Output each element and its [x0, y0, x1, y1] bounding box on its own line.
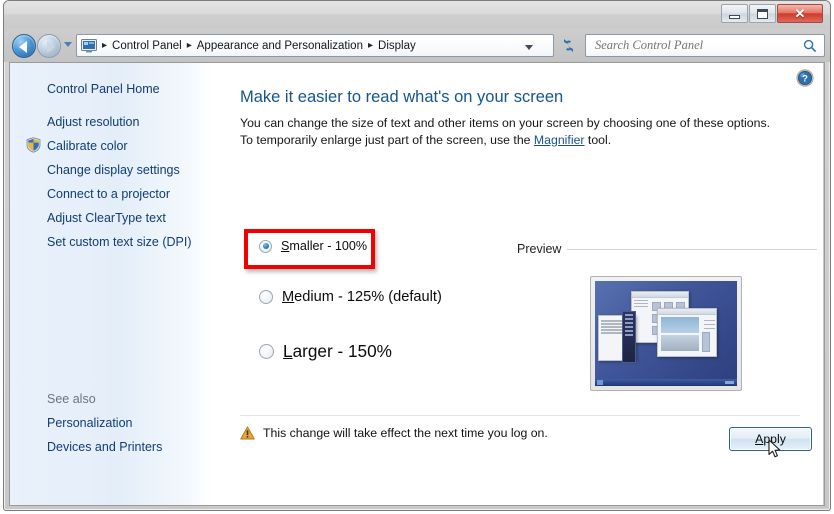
- see-also-section: See also Personalization Devices and Pri…: [10, 388, 211, 459]
- radio-label-smaller: Smaller - 100%: [281, 239, 367, 253]
- sidebar-item-personalization[interactable]: Personalization: [10, 411, 211, 435]
- search-box[interactable]: [585, 34, 825, 57]
- minimize-button[interactable]: [721, 4, 748, 23]
- preview-window-front: [657, 308, 717, 357]
- preview-scrollbar: [702, 332, 710, 352]
- address-bar[interactable]: ▸ Control Panel ▸ Appearance and Persona…: [76, 34, 554, 57]
- maximize-button[interactable]: [749, 4, 776, 23]
- preview-line: [601, 326, 623, 328]
- client-area: Control Panel Home Adjust resolution Cal…: [9, 62, 825, 506]
- preview-image-area: [661, 317, 699, 333]
- accel-key: M: [282, 289, 295, 305]
- preview-line: [601, 320, 623, 322]
- warning-text: This change will take effect the next ti…: [263, 426, 548, 440]
- preview-label: Preview: [517, 242, 568, 256]
- breadcrumb-separator: ▸: [186, 39, 192, 51]
- forward-arrow-icon: [47, 41, 55, 53]
- apply-label-rest: pply: [763, 432, 786, 446]
- breadcrumb-control-panel[interactable]: Control Panel: [112, 40, 182, 52]
- sidebar-item-set-custom-text-size[interactable]: Set custom text size (DPI): [10, 230, 211, 254]
- preview-line: [634, 302, 648, 304]
- accel-key: L: [283, 341, 293, 361]
- sidebar-item-control-panel-home[interactable]: Control Panel Home: [10, 77, 211, 101]
- preview-titlebar: [658, 309, 716, 315]
- preview-dark-panel: [622, 311, 636, 363]
- sidebar-item-label: Calibrate color: [47, 139, 128, 153]
- forward-button[interactable]: [37, 34, 61, 58]
- content-pane: ? Make it easier to read what's on your …: [211, 63, 824, 505]
- back-button[interactable]: [12, 34, 36, 58]
- preview-line: [625, 334, 633, 336]
- title-bar: ✕: [4, 1, 830, 29]
- uac-shield-icon: [26, 137, 41, 153]
- preview-titlebar: [632, 292, 688, 298]
- radio-button-smaller[interactable]: [259, 239, 272, 253]
- preview-screen: [595, 281, 737, 386]
- footer-divider: [240, 415, 800, 416]
- recent-pages-dropdown-icon[interactable]: [64, 42, 72, 47]
- warning-row: This change will take effect the next ti…: [240, 426, 548, 440]
- sidebar-item-connect-to-a-projector[interactable]: Connect to a projector: [10, 182, 211, 206]
- preview-line: [634, 299, 648, 301]
- sidebar-item-adjust-resolution[interactable]: Adjust resolution: [10, 110, 211, 134]
- radio-label-rest: edium - 125% (default): [294, 289, 442, 305]
- minimize-icon: [729, 14, 740, 19]
- search-input[interactable]: [593, 37, 797, 54]
- close-icon: ✕: [794, 6, 806, 21]
- close-button[interactable]: ✕: [777, 4, 823, 23]
- preview-line: [601, 332, 623, 334]
- preview-taskbar: [595, 379, 737, 386]
- breadcrumb-appearance[interactable]: Appearance and Personalization: [197, 40, 363, 52]
- preview-image-area: [661, 335, 699, 351]
- back-arrow-icon: [19, 41, 27, 53]
- sidebar-item-calibrate-color[interactable]: Calibrate color: [10, 134, 211, 158]
- radio-label-medium: Medium - 125% (default): [282, 289, 442, 305]
- apply-button[interactable]: Apply: [729, 427, 812, 451]
- control-panel-window: ✕ ▸ Control Panel ▸ Appearance and Perso…: [0, 0, 834, 514]
- radio-option-medium[interactable]: Medium - 125% (default): [259, 289, 442, 305]
- warning-triangle-icon: [240, 426, 255, 440]
- see-also-label: See also: [47, 392, 96, 406]
- preview-line: [704, 323, 715, 325]
- sidebar-item-devices-and-printers[interactable]: Devices and Printers: [10, 435, 211, 459]
- refresh-icon: [563, 39, 573, 52]
- radio-label-rest: maller - 100%: [289, 239, 368, 253]
- preview-line: [625, 326, 633, 328]
- window-controls: ✕: [720, 4, 823, 23]
- preview-tray: [725, 381, 734, 384]
- radio-button-medium[interactable]: [259, 290, 273, 304]
- preview-line: [601, 323, 623, 325]
- preview-line: [625, 318, 633, 320]
- radio-option-larger[interactable]: Larger - 150%: [259, 341, 392, 362]
- preview-line: [601, 329, 623, 331]
- preview-line: [634, 305, 648, 307]
- radio-button-larger[interactable]: [259, 344, 274, 359]
- breadcrumb-separator: ▸: [102, 39, 108, 51]
- sidebar: Control Panel Home Adjust resolution Cal…: [10, 63, 211, 505]
- preview-line: [704, 327, 715, 329]
- control-panel-icon: [81, 38, 97, 53]
- sidebar-item-change-display-settings[interactable]: Change display settings: [10, 158, 211, 182]
- preview-line: [625, 330, 633, 332]
- maximize-icon: [757, 8, 768, 19]
- preview-monitor: [590, 276, 742, 391]
- preview-line: [625, 314, 633, 316]
- radio-label-larger: Larger - 150%: [283, 341, 392, 362]
- navigation-toolbar: ▸ Control Panel ▸ Appearance and Persona…: [4, 29, 830, 62]
- sidebar-item-adjust-cleartype-text[interactable]: Adjust ClearType text: [10, 206, 211, 230]
- radio-option-smaller[interactable]: Smaller - 100%: [259, 239, 367, 253]
- content-right-edge: [823, 63, 824, 505]
- breadcrumb-display[interactable]: Display: [378, 40, 416, 52]
- apply-button-label: Apply: [755, 432, 786, 446]
- preview-start-button: [597, 380, 603, 385]
- search-icon: [803, 39, 817, 58]
- radio-label-rest: arger - 150%: [292, 341, 392, 361]
- breadcrumb-separator: ▸: [367, 39, 374, 51]
- chevron-down-icon[interactable]: [525, 45, 533, 50]
- refresh-button[interactable]: [557, 34, 579, 57]
- preview-line: [625, 322, 633, 324]
- preview-line: [704, 319, 715, 321]
